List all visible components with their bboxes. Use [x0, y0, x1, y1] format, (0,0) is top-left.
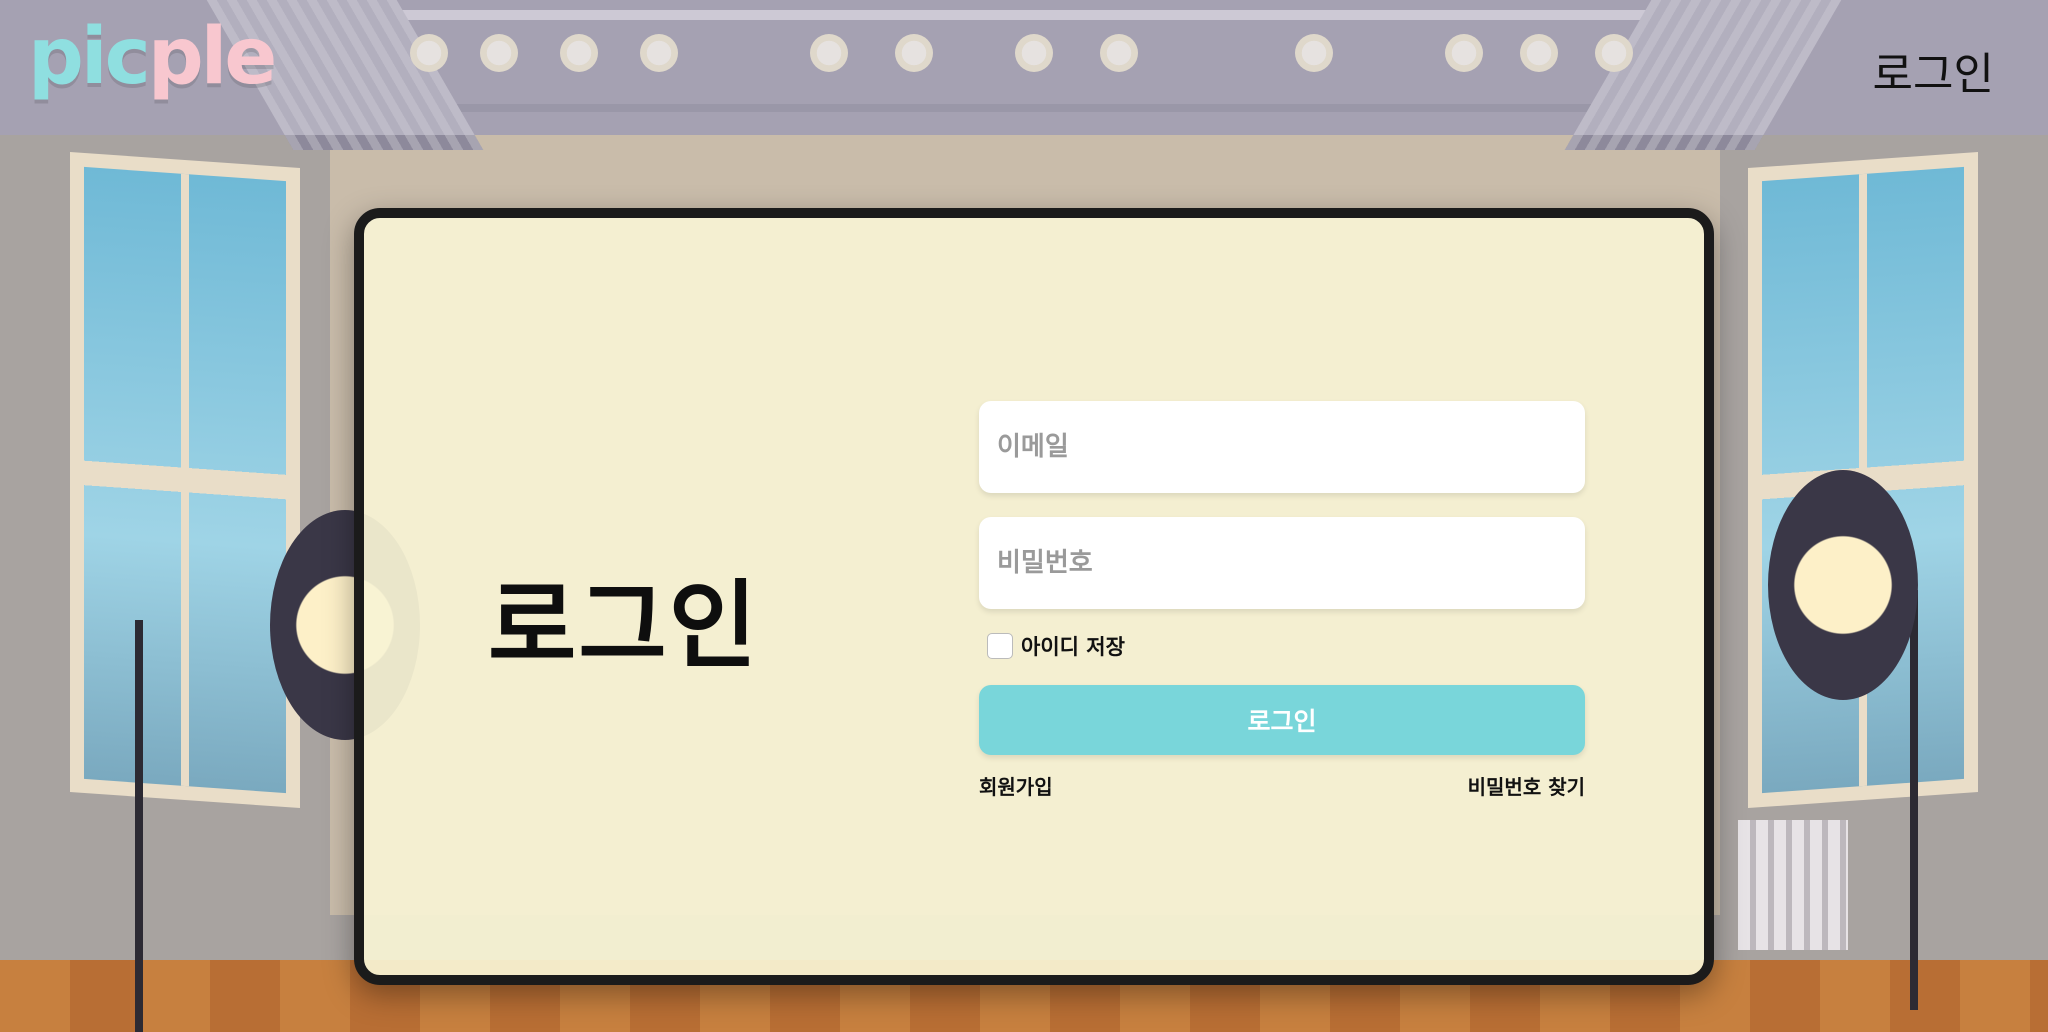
email-input[interactable]	[979, 401, 1585, 493]
remember-id-label[interactable]: 아이디 저장	[1021, 631, 1125, 661]
find-password-link[interactable]: 비밀번호 찾기	[1468, 771, 1585, 800]
remember-id-checkbox[interactable]	[987, 633, 1013, 659]
logo-text-pic: pic	[28, 12, 151, 102]
page-title: 로그인	[488, 570, 759, 682]
picple-logo[interactable]: picple	[28, 12, 277, 102]
password-input[interactable]	[979, 517, 1585, 609]
login-card: 로그인 아이디 저장 로그인 회원가입 비밀번호 찾기	[354, 208, 1714, 985]
auth-links: 회원가입 비밀번호 찾기	[979, 771, 1585, 800]
logo-text-ple: ple	[147, 12, 277, 102]
login-button[interactable]: 로그인	[979, 685, 1585, 755]
header-login-link[interactable]: 로그인	[1873, 38, 1994, 102]
right-studio-lamp	[1768, 470, 1988, 770]
signup-link[interactable]: 회원가입	[979, 771, 1053, 800]
left-lamp-stand	[135, 620, 143, 1032]
login-form: 아이디 저장 로그인 회원가입 비밀번호 찾기	[979, 401, 1585, 800]
top-header: picple 로그인	[0, 0, 2048, 135]
remember-id-row: 아이디 저장	[987, 631, 1585, 661]
radiator	[1738, 820, 1848, 950]
